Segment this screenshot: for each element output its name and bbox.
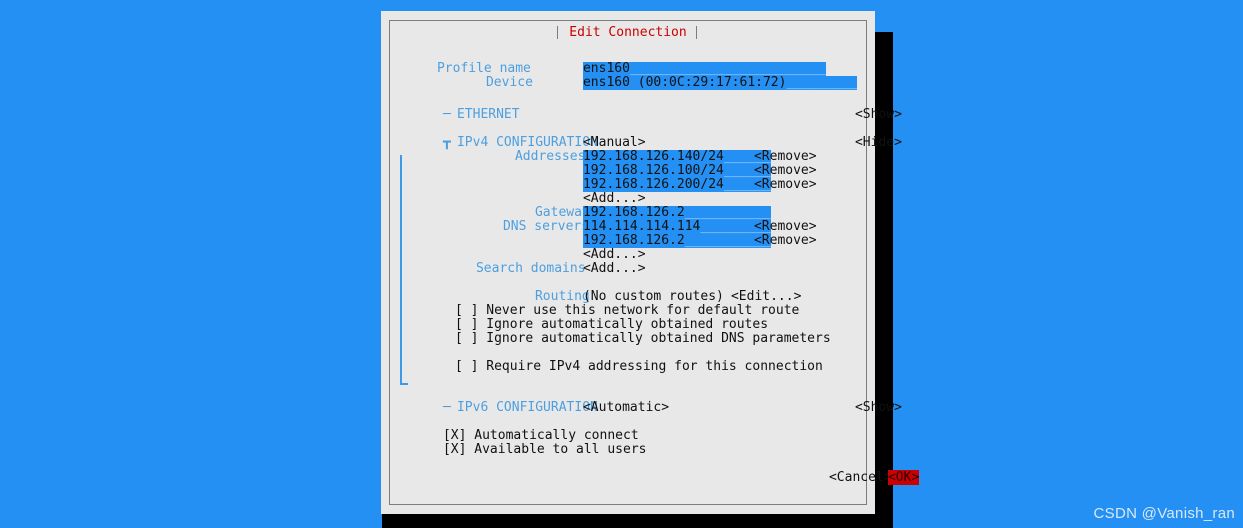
device-input[interactable]: ens160 (00:0C:29:17:61:72)_________ xyxy=(582,76,857,90)
dns-remove-label: <Remove> xyxy=(753,233,817,248)
watermark: CSDN @Vanish_ran xyxy=(1093,505,1235,522)
device-underfill: _________ xyxy=(786,76,857,90)
ok-button[interactable]: <OK> xyxy=(841,457,920,499)
checkbox-label: Require IPv4 addressing for this connect… xyxy=(486,359,823,374)
ok-button-label: <OK> xyxy=(887,470,920,485)
address-remove-label: <Remove> xyxy=(753,177,817,192)
checkbox-box-icon: [ ] xyxy=(454,359,479,374)
ipv6-method-label: <Automatic> xyxy=(582,400,670,415)
checkbox-available-all-users[interactable]: [X] Available to all users xyxy=(396,429,647,471)
ipv6-show-toggle[interactable]: <Show> xyxy=(808,387,902,429)
device-label: Device xyxy=(485,75,533,90)
checkbox-box-icon: [ ] xyxy=(454,331,479,346)
ipv4-tree-corner xyxy=(400,383,408,385)
checkbox-require-ipv4[interactable]: [ ] Require IPv4 addressing for this con… xyxy=(408,346,823,388)
ipv6-show-label: <Show> xyxy=(854,400,902,415)
edit-connection-dialog: Edit Connection Profile name ens160_____… xyxy=(381,11,920,514)
device-value: ens160 (00:0C:29:17:61:72) xyxy=(582,76,787,90)
ethernet-show-label: <Show> xyxy=(854,107,902,122)
dialog-content: Profile name ens160_____________________… xyxy=(390,41,920,514)
search-domains-add-label: <Add...> xyxy=(582,261,646,276)
checkbox-label: Available to all users xyxy=(474,442,647,457)
ipv4-hide-toggle[interactable]: <Hide> xyxy=(808,122,902,164)
ipv4-hide-label: <Hide> xyxy=(854,135,902,150)
checkbox-box-icon: [X] xyxy=(442,442,467,457)
ethernet-title-label: ETHERNET xyxy=(456,107,520,122)
dns-remove-button[interactable]: <Remove> xyxy=(707,220,817,262)
checkbox-label: Ignore automatically obtained DNS parame… xyxy=(486,331,831,346)
ipv4-tree-vertical-line xyxy=(400,155,402,385)
